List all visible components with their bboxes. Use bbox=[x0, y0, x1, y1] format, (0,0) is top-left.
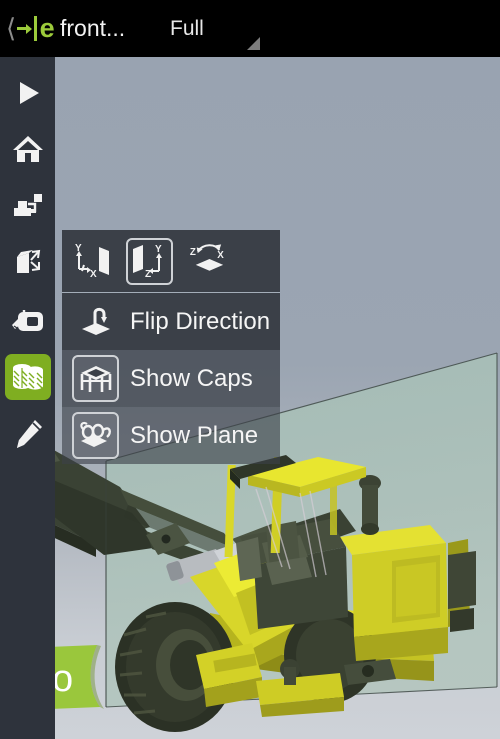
sidebar-item-play-animation[interactable] bbox=[0, 65, 55, 120]
corner-dropdown-triangle-icon bbox=[247, 37, 260, 50]
flip-direction-icon bbox=[81, 307, 110, 335]
app-logo-group[interactable]: ⟨ e bbox=[6, 12, 55, 43]
menu-item-label: Show Caps bbox=[130, 364, 253, 392]
tool-sidebar bbox=[0, 57, 55, 739]
plane-yx-axis-icon: Y X bbox=[75, 243, 109, 280]
svg-text:Z: Z bbox=[145, 269, 151, 280]
menu-item-show-plane[interactable]: Show Plane bbox=[62, 407, 280, 464]
section-axis-row: Y X Y Z Z X bbox=[62, 230, 280, 292]
svg-text:Y: Y bbox=[155, 244, 162, 255]
menu-item-label: Flip Direction bbox=[130, 307, 271, 335]
section-cylinder-icon bbox=[12, 363, 43, 390]
section-plane-yx-button[interactable]: Y X bbox=[68, 238, 115, 285]
sidebar-item-section-view[interactable] bbox=[0, 349, 55, 404]
plane-yz-axis-icon: Y Z bbox=[132, 244, 162, 280]
logo-bar-icon bbox=[34, 15, 37, 41]
sidebar-item-home-view[interactable] bbox=[0, 121, 55, 176]
top-app-bar: ⟨ e front... Full bbox=[0, 0, 500, 57]
section-options-menu: Y X Y Z Z X Flip Direction Show Caps Sho… bbox=[62, 230, 280, 464]
cube-components-icon bbox=[16, 249, 40, 273]
svg-text:X: X bbox=[90, 269, 97, 280]
show-caps-icon bbox=[80, 365, 111, 392]
pencil-markup-icon bbox=[16, 419, 42, 448]
home-icon bbox=[12, 135, 43, 162]
view-mode-selector[interactable]: Full bbox=[150, 0, 266, 57]
logo-letter: e bbox=[39, 12, 55, 43]
sidebar-item-measure[interactable] bbox=[0, 292, 55, 347]
sidebar-item-components[interactable] bbox=[0, 235, 55, 290]
view-mode-label: Full bbox=[170, 17, 204, 40]
show-plane-icon bbox=[79, 421, 111, 447]
logo-arrow-icon bbox=[17, 21, 34, 35]
show-caps-icon-wrap bbox=[72, 355, 119, 402]
menu-item-flip-direction[interactable]: Flip Direction bbox=[62, 293, 280, 350]
plane-zx-axis-icon: Z X bbox=[190, 244, 224, 271]
menu-item-label: Show Plane bbox=[130, 421, 259, 449]
play-triangle-icon bbox=[19, 81, 39, 104]
svg-text:X: X bbox=[217, 250, 224, 261]
back-chevron-icon[interactable]: ⟨ bbox=[6, 15, 16, 41]
explode-assembly-icon bbox=[13, 193, 42, 216]
sidebar-item-markup[interactable] bbox=[0, 406, 55, 461]
show-plane-icon-wrap bbox=[72, 412, 119, 459]
section-plane-zx-button[interactable]: Z X bbox=[184, 238, 231, 285]
menu-item-show-caps[interactable]: Show Caps bbox=[62, 350, 280, 407]
section-plane-yz-button[interactable]: Y Z bbox=[126, 237, 173, 285]
measure-tape-icon bbox=[11, 309, 43, 331]
app-root: Y X Y Z Z X Flip Direction Show Caps Sho… bbox=[0, 0, 500, 739]
document-title: front... bbox=[60, 15, 126, 41]
svg-text:Z: Z bbox=[190, 247, 196, 258]
sidebar-item-explode-view[interactable] bbox=[0, 178, 55, 233]
flip-direction-icon-wrap bbox=[72, 298, 119, 345]
